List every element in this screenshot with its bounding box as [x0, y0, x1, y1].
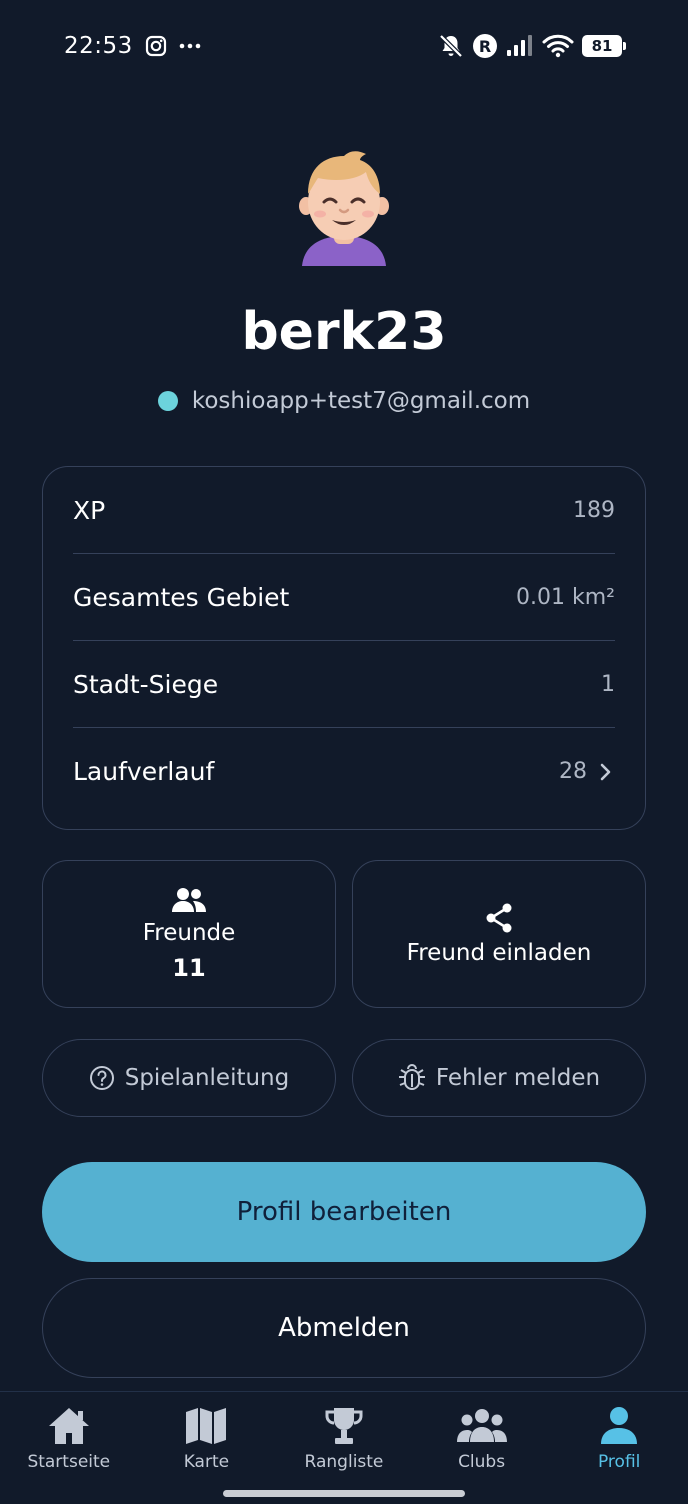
profile-email: koshioapp+test7@gmail.com	[191, 388, 531, 414]
stat-value: 0.01 km²	[516, 584, 615, 610]
online-status-dot	[157, 391, 178, 411]
logout-button[interactable]: Abmelden	[42, 1278, 646, 1378]
nav-item-profile[interactable]: Profil	[554, 1392, 684, 1504]
status-left: 22:53	[64, 33, 201, 59]
stat-value: 189	[573, 497, 615, 523]
friends-tile[interactable]: Freunde 11	[42, 860, 336, 1008]
report-bug-button[interactable]: Fehler melden	[352, 1039, 646, 1117]
wifi-icon	[542, 34, 574, 58]
group-icon	[456, 1409, 507, 1442]
bell-off-icon	[439, 34, 463, 58]
stat-label: Gesamtes Gebiet	[73, 582, 290, 612]
game-guide-button[interactable]: Spielanleitung	[42, 1039, 336, 1117]
report-bug-label: Fehler melden	[435, 1065, 601, 1091]
person-icon	[601, 1407, 638, 1444]
status-right: R 81	[438, 33, 626, 59]
more-icon	[179, 43, 201, 49]
nav-label: Startseite	[27, 1452, 111, 1472]
battery-indicator: 81	[582, 35, 626, 57]
svg-text:R: R	[479, 37, 491, 56]
nav-label: Clubs	[458, 1452, 506, 1472]
status-time: 22:53	[64, 33, 133, 59]
stat-row-xp: XP 189	[73, 467, 615, 554]
share-icon	[486, 903, 512, 933]
bottom-navigation: Startseite Karte Rangliste Clubs Profil	[0, 1391, 688, 1504]
invite-friend-label: Freund einladen	[406, 940, 592, 966]
map-icon	[186, 1408, 227, 1444]
friends-label: Freunde	[142, 920, 236, 946]
stat-value: 1	[601, 671, 615, 697]
stat-row-run-history[interactable]: Laufverlauf 28	[73, 728, 615, 815]
nav-label: Rangliste	[304, 1452, 384, 1472]
help-circle-icon	[89, 1066, 114, 1090]
stat-value: 28	[559, 759, 587, 784]
status-bar: 22:53 R 81	[0, 0, 688, 92]
trophy-icon	[325, 1408, 363, 1444]
r-badge-icon: R	[473, 34, 497, 58]
nav-label: Profil	[597, 1452, 641, 1472]
friends-count: 11	[172, 954, 206, 982]
profile-username: berk23	[241, 302, 447, 362]
nav-item-map[interactable]: Karte	[141, 1392, 271, 1504]
signal-icon	[507, 35, 532, 56]
nav-item-clubs[interactable]: Clubs	[417, 1392, 547, 1504]
home-icon	[48, 1408, 89, 1444]
friends-icon	[172, 888, 206, 912]
battery-level: 81	[591, 37, 613, 55]
stats-card: XP 189 Gesamtes Gebiet 0.01 km² Stadt-Si…	[42, 466, 646, 830]
stat-label: Laufverlauf	[73, 757, 215, 786]
edit-profile-button[interactable]: Profil bearbeiten	[42, 1162, 646, 1262]
nav-item-leaderboard[interactable]: Rangliste	[279, 1392, 409, 1504]
nav-item-home[interactable]: Startseite	[4, 1392, 134, 1504]
stat-label: XP	[73, 495, 106, 525]
bug-icon	[398, 1064, 425, 1090]
logout-label: Abmelden	[278, 1313, 410, 1343]
profile-email-row: koshioapp+test7@gmail.com	[0, 388, 688, 414]
chevron-right-icon	[600, 763, 611, 780]
stat-row-area: Gesamtes Gebiet 0.01 km²	[73, 554, 615, 641]
instagram-icon	[145, 35, 166, 57]
game-guide-label: Spielanleitung	[124, 1065, 290, 1091]
invite-friend-tile[interactable]: Freund einladen	[352, 860, 646, 1008]
home-indicator[interactable]	[223, 1490, 465, 1497]
avatar[interactable]	[296, 150, 392, 266]
stat-value-with-chevron: 28	[559, 759, 615, 784]
nav-label: Karte	[183, 1452, 230, 1472]
stat-row-city-wins: Stadt-Siege 1	[73, 641, 615, 728]
stat-label: Stadt-Siege	[73, 669, 219, 699]
